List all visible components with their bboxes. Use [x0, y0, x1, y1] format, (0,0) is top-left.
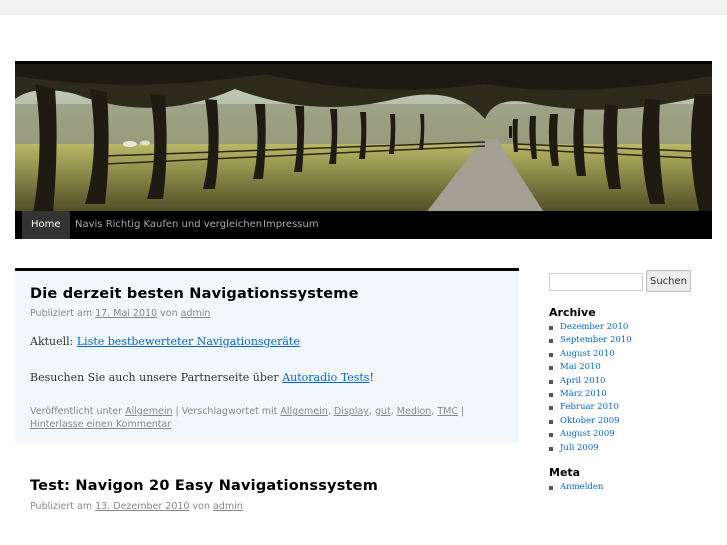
tag-link[interactable]: Display: [334, 406, 369, 417]
post-author-link[interactable]: admin: [213, 501, 243, 512]
bestseller-list-link[interactable]: Liste bestbewerteter Navigationsgeräte: [77, 335, 300, 348]
post-meta: Publiziert am 13. Dezember 2010 von admi…: [30, 501, 243, 512]
meta-list: Anmelden: [549, 481, 603, 494]
meta-widget-title: Meta: [549, 466, 581, 479]
utility-separator: |: [458, 406, 465, 417]
category-link[interactable]: Allgemein: [125, 406, 172, 417]
post-line-1: Aktuell: Liste bestbewerteter Navigation…: [30, 335, 300, 348]
meta-prefix: Publiziert am: [30, 501, 93, 512]
meta-prefix: Publiziert am: [30, 308, 93, 319]
posted-in-label: Veröffentlicht unter: [30, 406, 123, 417]
archive-link[interactable]: März 2010: [560, 389, 607, 399]
meta-by: von: [192, 501, 210, 512]
search-button[interactable]: Suchen: [646, 270, 691, 292]
list-item: Anmelden: [549, 481, 603, 494]
list-item: August 2010: [549, 348, 632, 361]
post-date-link[interactable]: 13. Dezember 2010: [95, 501, 189, 512]
archive-link[interactable]: Dezember 2010: [560, 322, 628, 332]
tag-link[interactable]: Medion: [397, 406, 432, 417]
list-item: Dezember 2010: [549, 321, 632, 334]
nav-item-navis-richtig-kaufen[interactable]: Navis Richtig Kaufen und vergleichen: [66, 211, 271, 239]
archive-link[interactable]: Mai 2010: [560, 362, 601, 372]
tagged-label: Verschlagwortet mit: [181, 406, 278, 417]
list-item: Februar 2010: [549, 401, 632, 414]
line2-suffix: !: [369, 371, 374, 384]
utility-separator: |: [172, 406, 182, 417]
autoradio-tests-link[interactable]: Autoradio Tests: [282, 371, 369, 384]
search-input[interactable]: [549, 273, 643, 291]
main-navigation: Home Navis Richtig Kaufen und vergleiche…: [15, 211, 712, 239]
login-link[interactable]: Anmelden: [560, 482, 603, 492]
archive-link[interactable]: Juli 2009: [560, 443, 599, 453]
tag-link[interactable]: Allgemein: [280, 406, 327, 417]
list-item: April 2010: [549, 375, 632, 388]
list-item: Oktober 2009: [549, 415, 632, 428]
post-utility: Veröffentlicht unter Allgemein | Verschl…: [30, 406, 465, 430]
nav-item-impressum[interactable]: Impressum: [254, 211, 328, 239]
line1-prefix: Aktuell:: [30, 335, 74, 348]
archive-list: Dezember 2010 September 2010 August 2010…: [549, 321, 632, 455]
list-item: August 2009: [549, 428, 632, 441]
post-sticky: Die derzeit besten Navigationssysteme Pu…: [15, 268, 519, 443]
list-item: Juli 2009: [549, 442, 632, 455]
meta-by: von: [160, 308, 178, 319]
archive-link[interactable]: August 2009: [560, 429, 615, 439]
header-banner-image: [15, 61, 712, 214]
post-title[interactable]: Test: Navigon 20 Easy Navigationssystem: [30, 478, 378, 494]
nav-item-home[interactable]: Home: [22, 211, 70, 239]
tag-link[interactable]: gut: [375, 406, 391, 417]
archive-widget-title: Archive: [549, 306, 596, 319]
list-item: September 2010: [549, 334, 632, 347]
post-title[interactable]: Die derzeit besten Navigationssysteme: [30, 286, 359, 302]
tag-link[interactable]: TMC: [437, 406, 458, 417]
post-date-link[interactable]: 17. Mai 2010: [95, 308, 157, 319]
archive-link[interactable]: Februar 2010: [560, 402, 619, 412]
leave-comment-link[interactable]: Hinterlasse einen Kommentar: [30, 419, 171, 430]
archive-link[interactable]: August 2010: [560, 349, 615, 359]
post-line-2: Besuchen Sie auch unsere Partnerseite üb…: [30, 371, 374, 384]
list-item: Mai 2010: [549, 361, 632, 374]
line2-prefix: Besuchen Sie auch unsere Partnerseite üb…: [30, 371, 279, 384]
list-item: März 2010: [549, 388, 632, 401]
archive-link[interactable]: Oktober 2009: [560, 416, 620, 426]
page-wrapper: Home Navis Richtig Kaufen und vergleiche…: [0, 15, 727, 545]
post-meta: Publiziert am 17. Mai 2010 von admin: [30, 308, 210, 319]
post-author-link[interactable]: admin: [181, 308, 211, 319]
archive-link[interactable]: September 2010: [560, 335, 632, 345]
archive-link[interactable]: April 2010: [560, 376, 605, 386]
